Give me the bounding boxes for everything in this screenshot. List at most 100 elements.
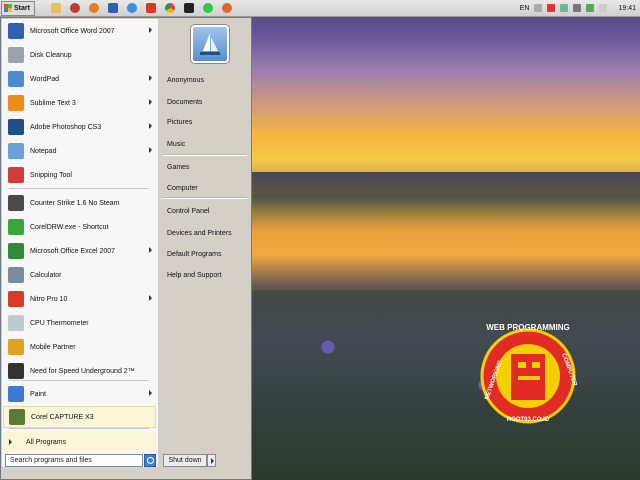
- program-item[interactable]: Need for Speed Underground 2™: [3, 360, 156, 382]
- network-icon[interactable]: [560, 4, 569, 12]
- submenu-arrow-icon: [149, 247, 152, 253]
- start-menu: Anonymous Documents Pictures Music Games Comp…: [0, 17, 252, 480]
- program-item[interactable]: Counter Strike 1.6 No Steam: [3, 192, 156, 214]
- firefox-icon[interactable]: [221, 3, 232, 13]
- program-item[interactable]: Sublime Text 3: [3, 92, 156, 114]
- photoshop-icon: [8, 119, 24, 135]
- program-item[interactable]: CPU Thermometer: [3, 312, 156, 334]
- submenu-arrow-icon: [149, 147, 152, 153]
- submenu-arrow-icon: [149, 75, 152, 81]
- program-item[interactable]: Microsoft Office Word 2007: [3, 20, 156, 42]
- start-button[interactable]: Start: [1, 0, 35, 16]
- folder-icon[interactable]: [50, 3, 61, 13]
- program-label: Mobile Partner: [30, 343, 76, 351]
- start-link-help-and-support[interactable]: Help and Support: [167, 272, 221, 279]
- sublime-icon: [8, 95, 24, 111]
- submenu-arrow-icon: [149, 390, 152, 396]
- start-link-anonymous[interactable]: Anonymous: [167, 77, 204, 84]
- pdf-icon[interactable]: [145, 3, 156, 13]
- all-programs-button[interactable]: All Programs: [3, 432, 156, 452]
- flag-icon[interactable]: [599, 4, 608, 12]
- search-input[interactable]: Search programs and files: [5, 454, 143, 467]
- excel-icon: [8, 243, 24, 259]
- vlc-icon[interactable]: [183, 3, 194, 13]
- battery-icon[interactable]: [586, 4, 595, 12]
- clock[interactable]: 19:41: [618, 5, 636, 12]
- paint-icon: [8, 386, 24, 402]
- chrome-icon[interactable]: [164, 3, 175, 13]
- start-link-documents[interactable]: Documents: [167, 99, 202, 106]
- antivirus-icon[interactable]: [547, 4, 556, 12]
- wordpad-icon: [8, 71, 24, 87]
- program-label: Microsoft Office Word 2007: [30, 27, 115, 35]
- watermark-top-text: WEB PROGRAMMING: [486, 323, 570, 332]
- program-label: Nitro Pro 10: [30, 295, 68, 303]
- program-label: CPU Thermometer: [30, 319, 89, 327]
- start-link-music[interactable]: Music: [167, 141, 185, 148]
- start-link-computer[interactable]: Computer: [167, 185, 198, 192]
- disk-cleanup-icon: [8, 47, 24, 63]
- counter-strike-icon: [8, 195, 24, 211]
- start-link-pictures[interactable]: Pictures: [167, 119, 192, 126]
- program-label: Microsoft Office Excel 2007: [30, 247, 116, 255]
- program-label: WordPad: [30, 75, 60, 83]
- watermark-bottom-text: ROOT93.CO.ID: [507, 417, 550, 423]
- program-label: Need for Speed Underground 2™: [30, 367, 135, 375]
- program-item[interactable]: Nitro Pro 10: [3, 288, 156, 310]
- program-item[interactable]: CorelDRW.exe - Shortcut: [3, 216, 156, 238]
- ie-icon[interactable]: [126, 3, 137, 13]
- menu-separator: [9, 188, 149, 189]
- clock-icon[interactable]: [202, 3, 213, 13]
- program-item[interactable]: Disk Cleanup: [3, 44, 156, 66]
- program-item[interactable]: Adobe Photoshop CS3: [3, 116, 156, 138]
- shutdown-button[interactable]: Shut down: [163, 454, 207, 467]
- program-item[interactable]: Mobile Partner: [3, 336, 156, 358]
- program-label: Adobe Photoshop CS3: [30, 123, 102, 131]
- sailboat-icon: [200, 33, 220, 55]
- user-picture[interactable]: [191, 25, 229, 63]
- submenu-arrow-icon: [149, 27, 152, 33]
- start-link-default-programs[interactable]: Default Programs: [167, 251, 221, 258]
- program-item[interactable]: Paint: [3, 383, 156, 405]
- word-icon: [8, 23, 24, 39]
- menu-separator: [9, 428, 149, 429]
- coreldraw-icon: [8, 219, 24, 235]
- start-link-games[interactable]: Games: [167, 164, 190, 171]
- nfs-icon: [8, 363, 24, 379]
- program-item[interactable]: Calculator: [3, 264, 156, 286]
- show-hidden-icons-icon[interactable]: [534, 4, 543, 12]
- submenu-arrow-icon: [149, 295, 152, 301]
- firefox-icon[interactable]: [88, 3, 99, 13]
- program-label: Corel CAPTURE X3: [31, 413, 94, 421]
- language-indicator[interactable]: EN: [520, 5, 530, 12]
- start-link-devices-and-printers[interactable]: Devices and Printers: [167, 230, 232, 237]
- taskbar: Start EN 19:41: [0, 0, 640, 17]
- system-tray: EN 19:41: [520, 0, 640, 16]
- start-menu-places-pane: Anonymous Documents Pictures Music Games Comp…: [159, 19, 251, 479]
- all-programs-label: All Programs: [26, 438, 67, 446]
- word-icon[interactable]: [107, 3, 118, 13]
- start-link-control-panel[interactable]: Control Panel: [167, 208, 209, 215]
- media-icon[interactable]: [69, 3, 80, 13]
- program-label: Counter Strike 1.6 No Steam: [30, 199, 120, 207]
- shutdown-options-button[interactable]: [207, 454, 216, 467]
- program-label: Notepad: [30, 147, 57, 155]
- windows-flag-icon: [4, 4, 12, 12]
- search-placeholder: Search programs and files: [10, 457, 92, 464]
- volume-icon[interactable]: [573, 4, 582, 12]
- snipping-tool-icon: [8, 167, 24, 183]
- corel-capture-icon: [9, 409, 25, 425]
- places-separator: [163, 197, 247, 199]
- program-item[interactable]: Notepad: [3, 140, 156, 162]
- program-item[interactable]: Snipping Tool: [3, 164, 156, 186]
- search-icon[interactable]: [144, 454, 156, 467]
- nitro-icon: [8, 291, 24, 307]
- program-item[interactable]: Microsoft Office Excel 2007: [3, 240, 156, 262]
- program-label: Paint: [30, 390, 46, 398]
- notepad-icon: [8, 143, 24, 159]
- program-item[interactable]: WordPad: [3, 68, 156, 90]
- submenu-arrow-icon: [149, 123, 152, 129]
- program-item[interactable]: Corel CAPTURE X3: [3, 406, 156, 428]
- mobile-partner-icon: [8, 339, 24, 355]
- program-label: CorelDRW.exe - Shortcut: [30, 223, 109, 231]
